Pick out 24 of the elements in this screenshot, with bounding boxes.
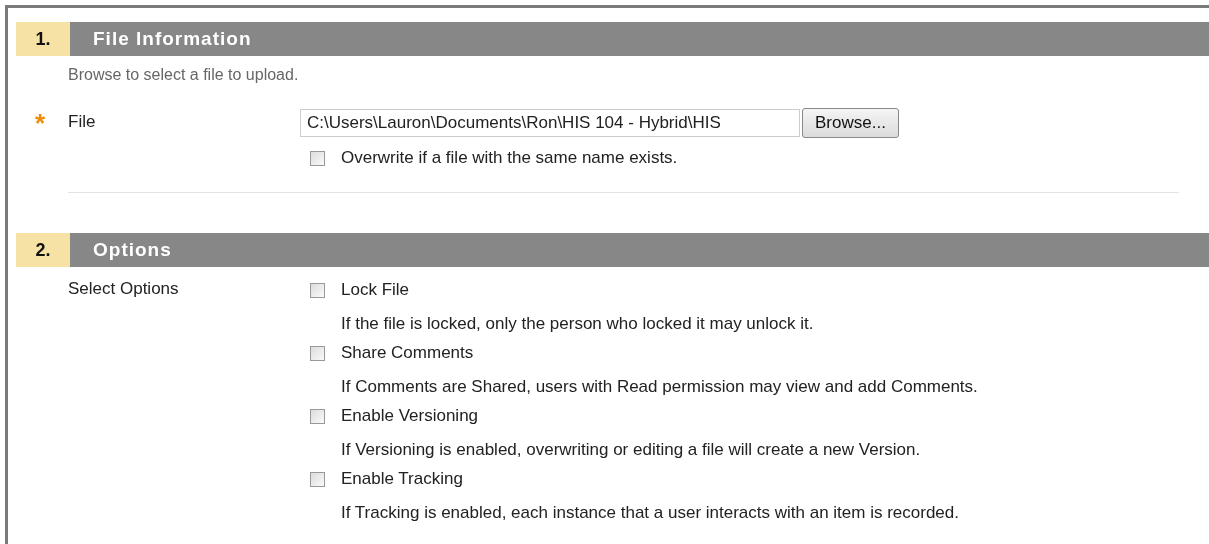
checkbox-label: Lock File: [341, 280, 410, 300]
section-title: File Information: [70, 22, 1209, 56]
required-mark: *: [35, 110, 46, 136]
checkbox[interactable]: [310, 150, 325, 166]
checkbox[interactable]: [310, 471, 325, 487]
checkbox-label: Enable Tracking: [341, 469, 463, 489]
browse-button[interactable]: Browse...: [802, 108, 899, 138]
file-path-field[interactable]: C:\Users\Lauron\Documents\Ron\HIS 104 - Hybrid\HIS: [300, 109, 800, 137]
step-number: 2.: [16, 233, 70, 267]
field-label: File: [68, 112, 96, 132]
checkbox-label: Share Comments: [341, 343, 474, 363]
option-description: If Tracking is enabled, each instance that a user interacts with an item is recorded.: [340, 503, 960, 523]
instructions: Browse to select a file to upload.: [68, 66, 300, 84]
checkbox[interactable]: [310, 282, 325, 298]
checkbox-label: Enable Versioning: [341, 406, 479, 426]
option-description: If Comments are Shared, users with Read permission may view and add Comments.: [340, 377, 978, 397]
section-title: Options: [70, 233, 1209, 267]
option-description: If the file is locked, only the person who locked it may unlock it.: [340, 314, 815, 334]
field-label: Select Options: [68, 279, 180, 300]
option-description: If Versioning is enabled, overwriting or editing a file will create a new Version.: [340, 440, 922, 460]
checkbox-label: Overwrite if a file with the same name exists.: [341, 148, 678, 168]
checkbox[interactable]: [310, 345, 325, 361]
step-number: 1.: [16, 22, 70, 56]
checkbox[interactable]: [310, 408, 325, 424]
